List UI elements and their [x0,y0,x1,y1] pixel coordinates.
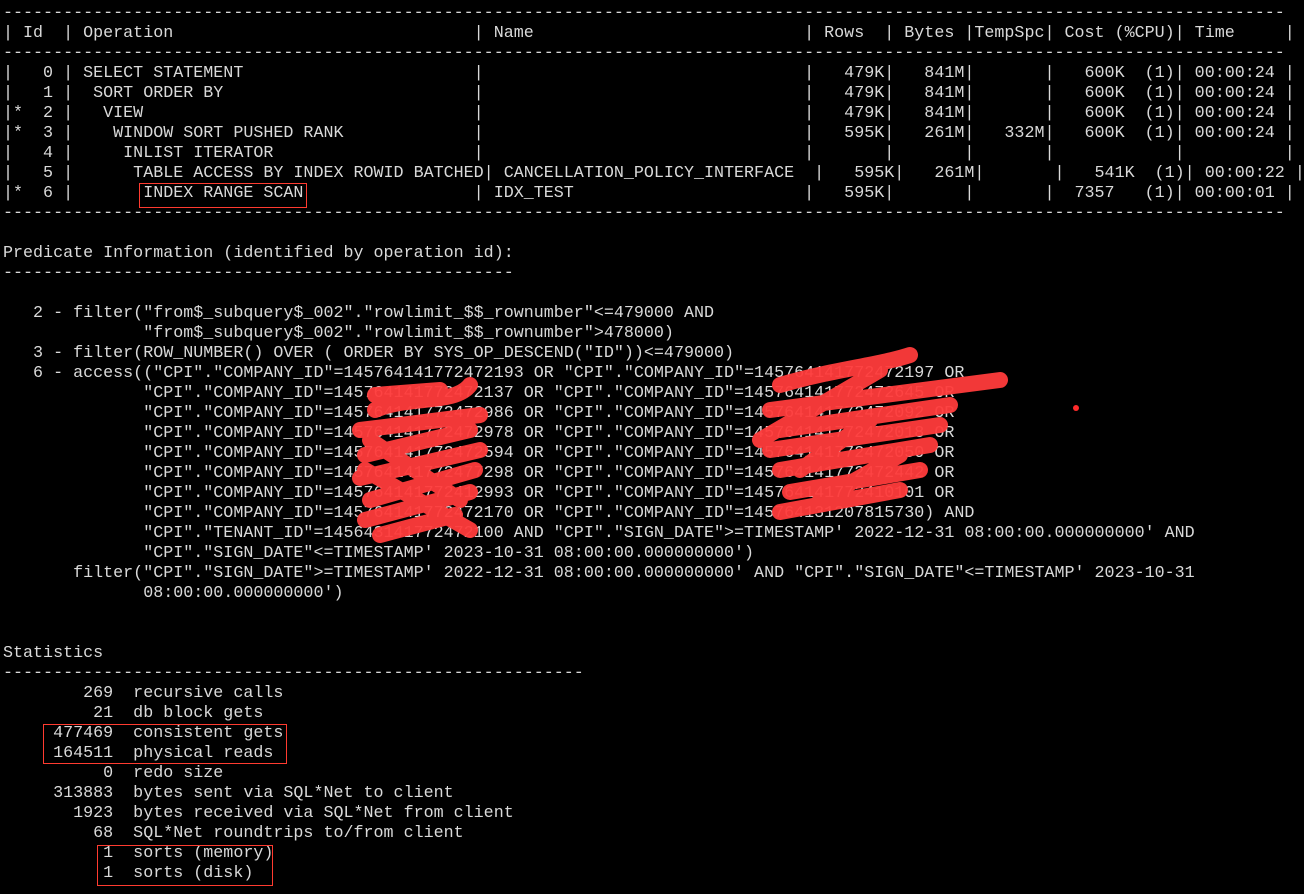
redaction-scribble [352,347,1079,543]
